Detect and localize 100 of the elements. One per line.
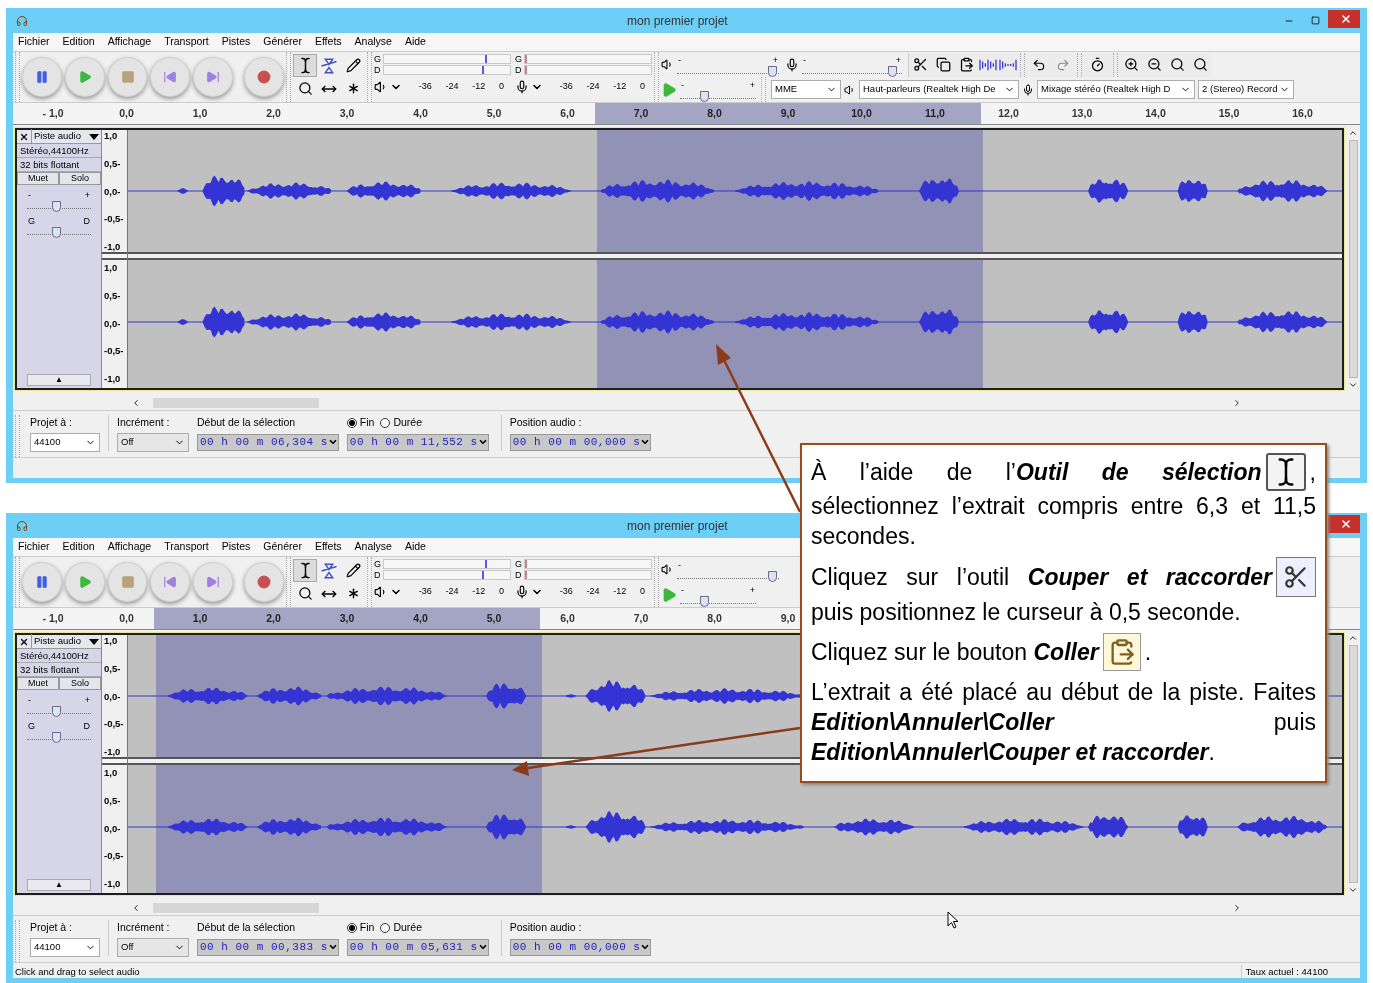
radio-button[interactable] (346, 417, 357, 428)
menu-item[interactable]: Aide (404, 539, 426, 555)
slider-thumb[interactable] (767, 570, 777, 582)
snap-dropdown[interactable]: Off (117, 937, 189, 957)
audio-position-field[interactable]: 00 h 00 m 00,000 s (509, 938, 652, 956)
zoom-out-icon[interactable] (1147, 57, 1162, 72)
project-rate-dropdown[interactable]: 44100 (30, 432, 100, 452)
stopwatch-icon[interactable] (1090, 57, 1105, 72)
toolbar-grip[interactable] (286, 52, 291, 102)
slider-thumb[interactable] (51, 227, 61, 238)
paste-icon[interactable] (959, 57, 974, 72)
toolbar-grip[interactable] (761, 77, 766, 102)
close-button[interactable] (1328, 9, 1360, 28)
menu-item[interactable]: Générer (263, 539, 302, 555)
scroll-left-icon[interactable] (131, 398, 141, 408)
toolbar-grip[interactable] (1113, 52, 1118, 77)
scissors-icon[interactable] (913, 57, 928, 72)
close-button[interactable] (1328, 514, 1360, 533)
selection-start-field[interactable]: 00 h 00 m 06,304 s (197, 433, 339, 451)
skip-start-button[interactable] (150, 57, 191, 97)
i-beam-tool[interactable] (293, 559, 317, 582)
menu-item[interactable]: Transport (164, 34, 209, 50)
close-track-icon[interactable] (19, 636, 29, 647)
zoom-in-icon[interactable] (1124, 57, 1139, 72)
i-beam-tool[interactable] (293, 54, 317, 77)
slider-thumb[interactable] (700, 90, 710, 102)
playback-device-dropdown[interactable]: Haut-parleurs (Realtek High De (859, 80, 1019, 99)
scroll-thumb[interactable] (153, 398, 319, 408)
menu-item[interactable]: Analyse (354, 34, 392, 50)
slider[interactable] (677, 64, 779, 74)
scroll-up-icon[interactable] (1348, 633, 1358, 643)
menu-item[interactable]: Aide (404, 34, 426, 50)
slider-thumb[interactable] (767, 65, 777, 77)
toolbar-grip[interactable] (1020, 52, 1025, 77)
toolbar-grip[interactable] (654, 52, 659, 102)
mute-button[interactable]: Muet (17, 677, 59, 690)
record-button[interactable] (244, 57, 284, 97)
menu-item[interactable]: Affichage (107, 539, 152, 555)
slider-thumb[interactable] (51, 201, 61, 212)
slider-thumb[interactable] (888, 65, 897, 77)
undo-icon[interactable] (1032, 57, 1046, 72)
toolbar-grip[interactable] (367, 52, 372, 102)
collapse-button[interactable]: ▲ (27, 374, 91, 386)
selection-start-field[interactable]: 00 h 00 m 00,383 s (197, 938, 339, 956)
radio-button[interactable] (380, 922, 391, 933)
slider[interactable] (27, 705, 91, 714)
skip-end-button[interactable] (193, 57, 234, 97)
skip-end-button[interactable] (193, 562, 234, 602)
selection-end-field[interactable]: 00 h 00 m 11,552 s (346, 433, 489, 451)
scroll-up-icon[interactable] (1348, 128, 1358, 138)
slider[interactable] (802, 64, 902, 74)
redo-icon[interactable] (1056, 57, 1070, 72)
scroll-right-icon[interactable] (1232, 398, 1242, 408)
menu-item[interactable]: Edition (62, 539, 95, 555)
selection-end-field[interactable]: 00 h 00 m 05,631 s (346, 938, 489, 956)
toolbar-grip[interactable] (15, 557, 20, 607)
recording-device-dropdown[interactable]: Mixage stéréo (Realtek High D (1037, 80, 1195, 99)
toolbar-grip[interactable] (367, 557, 372, 607)
menu-item[interactable]: Edition (62, 34, 95, 50)
microphone-icon[interactable] (515, 80, 529, 94)
channels-dropdown[interactable]: 2 (Stereo) Record (1198, 80, 1294, 99)
toolbar-grip[interactable] (286, 557, 291, 607)
zoom-fit-icon[interactable] (1170, 57, 1185, 72)
toolbar-grip[interactable] (654, 557, 659, 607)
radio-button[interactable] (380, 417, 391, 428)
pause-button[interactable] (22, 562, 62, 602)
scroll-left-icon[interactable] (131, 903, 141, 913)
menu-item[interactable]: Fichier (18, 539, 50, 555)
menu-item[interactable]: Pistes (221, 539, 251, 555)
host-dropdown[interactable]: MME (771, 80, 841, 99)
menu-item[interactable]: Transport (164, 539, 209, 555)
slider[interactable] (680, 89, 756, 99)
scroll-down-icon[interactable] (1348, 885, 1358, 895)
menu-item[interactable]: Pistes (221, 34, 251, 50)
slider[interactable] (680, 594, 756, 604)
project-rate-dropdown[interactable]: 44100 (30, 937, 100, 957)
solo-button[interactable]: Solo (59, 677, 101, 690)
menu-item[interactable]: Générer (263, 34, 302, 50)
solo-button[interactable]: Solo (59, 172, 101, 185)
menu-item[interactable]: Analyse (354, 539, 392, 555)
skip-start-button[interactable] (150, 562, 191, 602)
slider-thumb[interactable] (51, 732, 61, 743)
pause-button[interactable] (22, 57, 62, 97)
slider[interactable] (27, 731, 91, 740)
copy-icon[interactable] (936, 57, 951, 72)
audio-position-field[interactable]: 00 h 00 m 00,000 s (509, 433, 652, 451)
close-track-icon[interactable] (19, 131, 29, 142)
microphone-icon[interactable] (515, 585, 529, 599)
scroll-right-icon[interactable] (1232, 903, 1242, 913)
slider[interactable] (27, 226, 91, 235)
menu-item[interactable]: Fichier (18, 34, 50, 50)
scroll-down-icon[interactable] (1348, 380, 1358, 390)
slider-thumb[interactable] (51, 706, 61, 717)
record-button[interactable] (244, 562, 284, 602)
collapse-button[interactable]: ▲ (27, 879, 91, 891)
mute-button[interactable]: Muet (17, 172, 59, 185)
menu-item[interactable]: Effets (314, 34, 342, 50)
toolbar-grip[interactable] (15, 52, 20, 102)
slider-thumb[interactable] (700, 595, 710, 607)
radio-button[interactable] (346, 922, 357, 933)
